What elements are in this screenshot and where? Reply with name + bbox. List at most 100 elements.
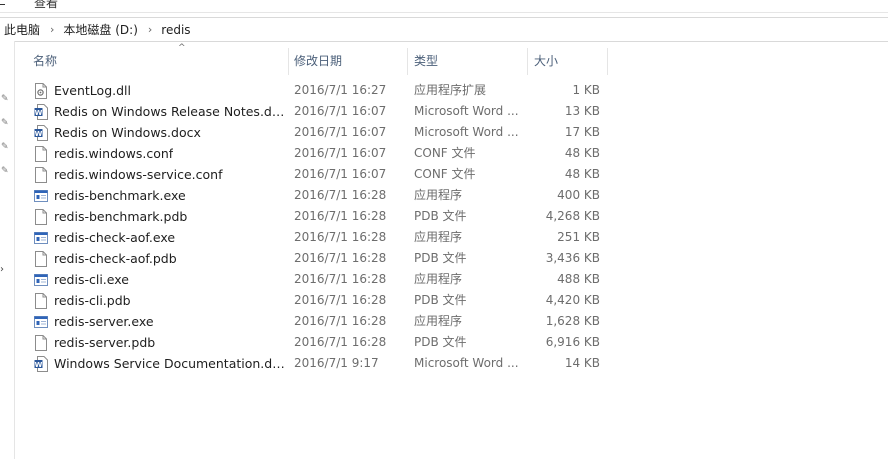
dll-icon	[34, 82, 48, 99]
file-name-cell: redis-benchmark.exe	[34, 185, 288, 206]
file-name: EventLog.dll	[54, 83, 131, 98]
nav-expand-icon[interactable]: ›	[0, 264, 4, 275]
file-size: 13 KB	[564, 104, 600, 118]
file-row[interactable]: redis-check-aof.pdb 2016/7/1 16:28 PDB 文…	[28, 248, 608, 269]
file-icon	[34, 208, 48, 225]
file-row[interactable]: redis-benchmark.pdb 2016/7/1 16:28 PDB 文…	[28, 206, 608, 227]
file-type: Microsoft Word ...	[414, 125, 519, 139]
breadcrumb-redis[interactable]: redis	[156, 23, 196, 37]
file-date: 2016/7/1 16:28	[294, 272, 387, 286]
file-type: CONF 文件	[414, 146, 476, 160]
column-header-size[interactable]: 大小	[529, 48, 607, 75]
menu-strip: 查看	[0, 0, 888, 12]
file-row[interactable]: redis-cli.pdb 2016/7/1 16:28 PDB 文件 4,42…	[28, 290, 608, 311]
word-icon: W	[34, 355, 48, 372]
file-date: 2016/7/1 16:07	[294, 167, 387, 181]
exe-icon	[34, 230, 48, 246]
file-date: 2016/7/1 16:07	[294, 125, 387, 139]
file-row[interactable]: redis-server.exe 2016/7/1 16:28 应用程序 1,6…	[28, 311, 608, 332]
file-name: redis-cli.exe	[54, 272, 129, 287]
file-name-cell: redis-benchmark.pdb	[34, 206, 288, 227]
file-size: 251 KB	[557, 230, 600, 244]
file-row[interactable]: W Redis on Windows Release Notes.do... 2…	[28, 101, 608, 122]
file-date: 2016/7/1 16:28	[294, 293, 387, 307]
file-row[interactable]: redis.windows.conf 2016/7/1 16:07 CONF 文…	[28, 143, 608, 164]
chevron-right-icon[interactable]: ›	[144, 23, 156, 36]
file-date: 2016/7/1 16:07	[294, 146, 387, 160]
breadcrumb-this-pc[interactable]: 此电脑	[0, 21, 46, 38]
file-list: EventLog.dll 2016/7/1 16:27 应用程序扩展 1 KB …	[28, 80, 608, 374]
exe-icon	[34, 314, 48, 330]
column-divider[interactable]	[527, 48, 528, 75]
file-row[interactable]: redis-server.pdb 2016/7/1 16:28 PDB 文件 6…	[28, 332, 608, 353]
file-name-cell: W Redis on Windows Release Notes.do...	[34, 101, 288, 122]
file-icon	[34, 250, 48, 267]
column-header-type[interactable]: 类型	[409, 48, 527, 75]
file-date: 2016/7/1 16:07	[294, 104, 387, 118]
address-bar[interactable]: 此电脑 › 本地磁盘 (D:) › redis	[0, 17, 888, 42]
menu-view[interactable]: 查看	[34, 0, 58, 11]
file-name: redis.windows.conf	[54, 146, 174, 161]
ribbon-divider	[0, 12, 888, 13]
file-name: redis-server.pdb	[54, 335, 156, 350]
file-row[interactable]: W Windows Service Documentation.docx 201…	[28, 353, 608, 374]
file-row[interactable]: redis-check-aof.exe 2016/7/1 16:28 应用程序 …	[28, 227, 608, 248]
file-type: 应用程序	[414, 272, 463, 286]
file-type: 应用程序	[414, 230, 463, 244]
file-name: Redis on Windows Release Notes.do...	[54, 104, 288, 119]
column-header-date[interactable]: 修改日期	[289, 48, 407, 75]
file-name-cell: redis-check-aof.pdb	[34, 248, 288, 269]
chevron-right-icon[interactable]: ›	[46, 23, 58, 36]
file-type: PDB 文件	[414, 209, 467, 223]
file-type: Microsoft Word ...	[414, 356, 519, 370]
file-size: 4,268 KB	[545, 209, 600, 223]
file-size: 17 KB	[564, 125, 600, 139]
pin-icon[interactable]: ✎	[1, 142, 11, 152]
file-type: 应用程序	[414, 314, 463, 328]
file-icon	[34, 334, 48, 351]
column-divider[interactable]	[407, 48, 408, 75]
column-divider[interactable]	[607, 48, 608, 75]
file-icon	[34, 145, 48, 162]
file-name-cell: redis-server.exe	[34, 311, 288, 332]
svg-text:W: W	[35, 108, 43, 116]
file-row[interactable]: EventLog.dll 2016/7/1 16:27 应用程序扩展 1 KB	[28, 80, 608, 101]
menu-dash	[0, 4, 5, 5]
svg-text:W: W	[35, 129, 43, 137]
file-size: 400 KB	[557, 188, 600, 202]
file-row[interactable]: redis-benchmark.exe 2016/7/1 16:28 应用程序 …	[28, 185, 608, 206]
file-row[interactable]: redis-cli.exe 2016/7/1 16:28 应用程序 488 KB	[28, 269, 608, 290]
file-size: 3,436 KB	[545, 251, 600, 265]
file-row[interactable]: redis.windows-service.conf 2016/7/1 16:0…	[28, 164, 608, 185]
file-name-cell: redis-server.pdb	[34, 332, 288, 353]
file-name-cell: redis-cli.pdb	[34, 290, 288, 311]
breadcrumb-local-disk[interactable]: 本地磁盘 (D:)	[58, 21, 143, 38]
file-size: 1,628 KB	[545, 314, 600, 328]
file-type: PDB 文件	[414, 251, 467, 265]
file-icon	[34, 166, 48, 183]
file-name-cell: EventLog.dll	[34, 80, 288, 101]
file-name: redis-benchmark.exe	[54, 188, 186, 203]
file-size: 4,420 KB	[545, 293, 600, 307]
file-date: 2016/7/1 16:28	[294, 335, 387, 349]
file-name-cell: redis.windows-service.conf	[34, 164, 288, 185]
column-header-name[interactable]: 名称	[28, 48, 288, 75]
word-icon: W	[34, 124, 48, 141]
pin-icon[interactable]: ✎	[1, 94, 11, 104]
file-size: 1 KB	[572, 83, 600, 97]
file-name: redis.windows-service.conf	[54, 167, 223, 182]
file-name: redis-check-aof.pdb	[54, 251, 177, 266]
file-size: 48 KB	[564, 167, 600, 181]
file-type: CONF 文件	[414, 167, 476, 181]
navigation-pane[interactable]: ✎ ✎ ✎ ✎ ›	[0, 41, 15, 459]
pin-icon[interactable]: ✎	[1, 118, 11, 128]
file-row[interactable]: W Redis on Windows.docx 2016/7/1 16:07 M…	[28, 122, 608, 143]
pin-icon[interactable]: ✎	[1, 166, 11, 176]
file-name: redis-server.exe	[54, 314, 154, 329]
file-type: Microsoft Word ...	[414, 104, 519, 118]
file-size: 488 KB	[557, 272, 600, 286]
file-size: 48 KB	[564, 146, 600, 160]
file-size: 6,916 KB	[545, 335, 600, 349]
file-type: 应用程序	[414, 188, 463, 202]
file-name-cell: W Redis on Windows.docx	[34, 122, 288, 143]
